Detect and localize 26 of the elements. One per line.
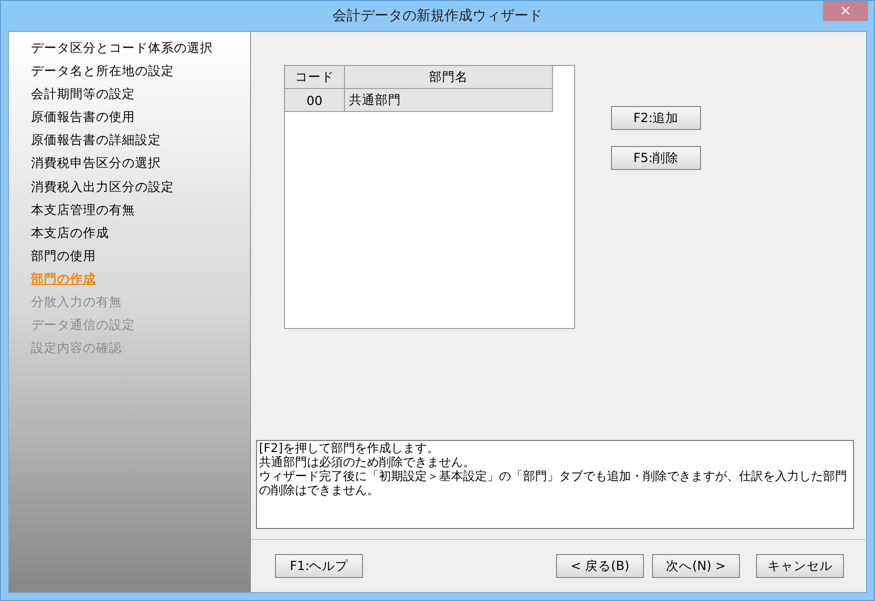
step-item: 原価報告書の使用 (31, 108, 136, 126)
step-item: 部門の使用 (31, 246, 97, 265)
description-text: [F2]を押して部門を作成します。 共通部門は必須のため削除できません。 ウィザード完了後に「初期設定＞基本設定」の「部門」タブでも追加・削除できますが、仕訳を入力した部門の削除はできません。 (256, 440, 854, 529)
step-item: 原価報告書の詳細設定 (31, 131, 162, 150)
step-item: データ通信の設定 (31, 316, 136, 334)
step-item: 設定内容の確認 (31, 339, 123, 358)
next-button[interactable]: 次へ(N) > (652, 554, 740, 578)
step-item: 消費税入出力区分の設定 (31, 178, 175, 196)
column-header: 部門名 (344, 66, 552, 88)
table-cell: 00 (285, 88, 344, 112)
cancel-button[interactable]: キャンセル (756, 554, 844, 578)
action-button[interactable]: F5:削除 (611, 146, 701, 170)
action-button[interactable]: F2:追加 (611, 106, 701, 130)
step-item: データ区分とコード体系の選択 (31, 39, 214, 57)
step-item: 本支店管理の有無 (31, 200, 136, 219)
step-item: 本支店の作成 (31, 224, 110, 242)
table-cell: 共通部門 (344, 88, 552, 112)
step-item: 部門の作成 (31, 270, 97, 288)
back-button[interactable]: < 戻る(B) (556, 554, 644, 578)
step-item: 会計期間等の設定 (31, 85, 136, 104)
step-item: 消費税申告区分の選択 (31, 154, 162, 172)
step-item: データ名と所在地の設定 (31, 62, 175, 80)
help-button[interactable]: F1:ヘルプ (275, 554, 363, 578)
step-item: 分散入力の有無 (31, 293, 123, 312)
window-title: 会計データの新規作成ウィザード (332, 7, 542, 25)
column-header: コード (285, 66, 344, 88)
